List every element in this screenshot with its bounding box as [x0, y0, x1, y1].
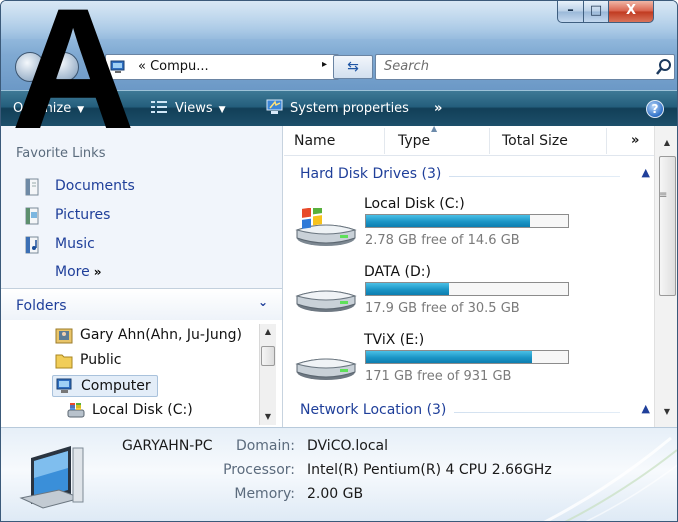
hard-drive-icon — [295, 290, 357, 312]
scroll-down-icon[interactable]: ▼ — [260, 409, 276, 425]
tree-item-label: Gary Ahn(Ahn, Ju-Jung) — [80, 327, 242, 343]
drive-name: Local Disk (C:) — [364, 196, 465, 212]
drive-item[interactable]: TViX (E:) 171 GB free of 931 GB — [294, 328, 634, 394]
scroll-down-icon[interactable]: ▼ — [655, 403, 677, 421]
folders-label: Folders — [16, 298, 67, 314]
folders-header[interactable]: Folders ⌄ — [1, 288, 282, 320]
windows-drive-icon — [295, 208, 357, 246]
drive-free-space: 171 GB free of 931 GB — [365, 369, 512, 384]
close-icon: X — [625, 3, 637, 18]
breadcrumb-chevron-icon[interactable]: ▸ — [322, 59, 327, 70]
system-properties-icon — [266, 99, 283, 114]
drive-item[interactable]: DATA (D:) 17.9 GB free of 30.5 GB — [294, 260, 634, 326]
system-properties-button[interactable]: System properties — [266, 91, 409, 127]
views-icon — [151, 101, 167, 113]
collapse-icon[interactable]: ▲ — [642, 402, 650, 415]
overlay-letter: A — [11, 0, 136, 165]
help-icon[interactable]: ? — [646, 100, 664, 118]
views-menu[interactable]: Views ▼ — [151, 91, 226, 127]
file-list-scrollbar[interactable]: ▲ ≡ ▼ — [654, 126, 677, 427]
views-label: Views — [175, 101, 213, 116]
more-label: More — [55, 264, 90, 280]
refresh-icon: ⇆ — [347, 59, 359, 75]
scroll-up-icon[interactable]: ▲ — [260, 324, 276, 340]
favorite-label: Documents — [55, 178, 135, 194]
folder-icon — [55, 354, 73, 369]
file-list-pane: Name ▲ Type Total Size » Hard Disk Drive… — [284, 124, 677, 427]
documents-icon — [25, 178, 39, 196]
processor-value: Intel(R) Pentium(R) 4 CPU 2.66GHz — [307, 462, 552, 478]
system-properties-label: System properties — [290, 101, 409, 116]
favorite-label: Music — [55, 236, 95, 252]
drive-item[interactable]: Local Disk (C:) 2.78 GB free of 14.6 GB — [294, 192, 634, 258]
refresh-button[interactable]: ⇆ — [333, 55, 373, 79]
column-header-name[interactable]: Name — [294, 133, 335, 149]
address-bar[interactable]: « Compu... ▸ ▼ — [105, 54, 429, 80]
tree-item-label: Local Disk (C:) — [92, 402, 193, 418]
group-label: Network Location (3) — [300, 402, 455, 418]
toolbar-overflow-button[interactable]: » — [434, 91, 442, 127]
dropdown-arrow-icon: ▼ — [218, 105, 226, 115]
scrollbar-grip-icon: ≡ — [659, 190, 668, 201]
scroll-up-icon[interactable]: ▲ — [655, 134, 677, 152]
computer-icon — [19, 446, 84, 509]
memory-label: Memory: — [234, 486, 295, 502]
column-header-total-size[interactable]: Total Size — [502, 133, 568, 149]
close-button[interactable]: X — [608, 1, 654, 23]
memory-value: 2.00 GB — [307, 486, 364, 502]
search-input[interactable]: Search — [375, 54, 675, 80]
drive-free-space: 17.9 GB free of 30.5 GB — [365, 301, 520, 316]
explorer-window: – □ X ▼ « Compu... ▸ ▼ ⇆ Search Organize… — [0, 0, 678, 522]
tree-item-label: Public — [80, 352, 122, 368]
group-header-network-location[interactable]: Network Location (3) ▲ — [300, 401, 650, 423]
scrollbar-thumb[interactable] — [659, 156, 676, 296]
favorites-more-link[interactable]: More» — [55, 264, 101, 280]
drive-free-space: 2.78 GB free of 14.6 GB — [365, 233, 520, 248]
tree-item-label: Computer — [81, 378, 151, 394]
breadcrumb[interactable]: « Compu... — [138, 59, 209, 74]
maximize-icon: □ — [589, 3, 603, 18]
navigation-pane: Favorite Links Documents Pictures Music … — [1, 126, 283, 427]
search-icon[interactable] — [656, 58, 672, 76]
column-divider[interactable] — [489, 128, 490, 154]
disk-usage-fill — [366, 351, 532, 363]
collapse-icon[interactable]: ▲ — [642, 166, 650, 179]
minimize-button[interactable]: – — [557, 1, 584, 23]
disk-usage-bar — [365, 214, 569, 228]
local-disk-icon — [67, 403, 85, 418]
domain-value: DViCO.local — [307, 438, 388, 454]
column-divider[interactable] — [384, 128, 385, 154]
hard-drive-icon — [295, 358, 357, 380]
computer-icon — [56, 378, 72, 393]
column-headers: Name ▲ Type Total Size » — [284, 124, 654, 156]
maximize-button[interactable]: □ — [583, 1, 609, 23]
tree-item-computer[interactable]: Computer — [52, 375, 158, 397]
column-header-type[interactable]: Type — [398, 133, 430, 149]
disk-usage-bar — [365, 282, 569, 296]
group-header-hard-disk-drives[interactable]: Hard Disk Drives (3) ▲ — [300, 165, 650, 187]
minimize-icon: – — [567, 3, 574, 18]
domain-label: Domain: — [235, 438, 295, 454]
more-columns-icon[interactable]: » — [631, 133, 639, 148]
folder-tree-scrollbar[interactable]: ▲ ▼ — [259, 324, 276, 425]
disk-usage-fill — [366, 283, 449, 295]
chevron-down-icon[interactable]: ⌄ — [258, 295, 268, 309]
user-folder-icon — [55, 328, 73, 344]
more-chevron-icon: » — [93, 265, 102, 279]
music-icon — [25, 236, 39, 254]
drive-name: DATA (D:) — [364, 264, 431, 280]
search-placeholder: Search — [384, 59, 429, 74]
favorite-label: Pictures — [55, 207, 111, 223]
pictures-icon — [25, 207, 39, 225]
scrollbar-thumb[interactable] — [261, 346, 275, 366]
details-pane: GARYAHN-PC Domain: DViCO.local Processor… — [1, 427, 677, 521]
disk-usage-fill — [366, 215, 530, 227]
drive-name: TViX (E:) — [364, 332, 425, 348]
folder-tree: Gary Ahn(Ahn, Ju-Jung) Public Computer L… — [1, 320, 282, 427]
disk-usage-bar — [365, 350, 569, 364]
column-divider[interactable] — [606, 128, 607, 154]
processor-label: Processor: — [223, 462, 295, 478]
group-label: Hard Disk Drives (3) — [300, 166, 450, 182]
